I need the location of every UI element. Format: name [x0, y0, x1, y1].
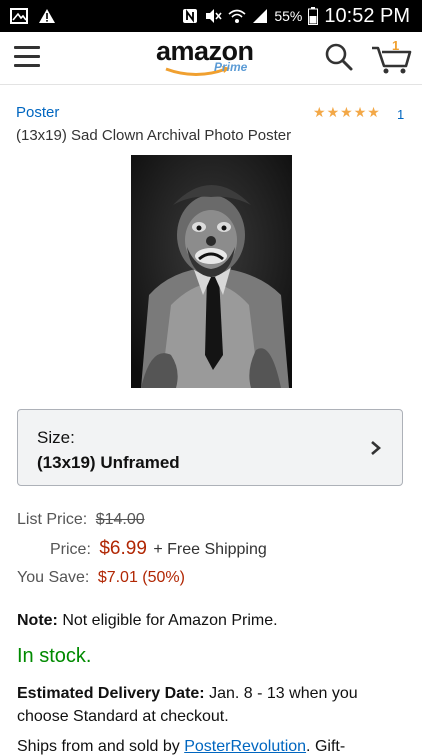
stock-status: In stock.	[17, 645, 92, 667]
list-price-label: List Price:	[17, 511, 88, 528]
you-save-row: You Save: $7.01 (50%)	[17, 569, 185, 587]
gallery-notification-icon	[10, 8, 28, 24]
nfc-icon	[182, 8, 198, 24]
estimated-delivery: Estimated Delivery Date: Jan. 8 - 13 whe…	[17, 682, 407, 728]
star-icon: ★	[353, 104, 367, 120]
warning-icon	[38, 8, 56, 24]
mute-icon	[204, 8, 222, 24]
you-save-value: $7.01 (50%)	[97, 569, 185, 586]
ships-suffix: . Gift-	[306, 738, 346, 755]
star-icon: ★	[313, 104, 326, 120]
star-rating[interactable]: ★ ★ ★ ★ ★	[313, 105, 380, 119]
price-row: Price: $6.99 + Free Shipping	[50, 538, 267, 560]
size-selector[interactable]: Size: (13x19) Unframed	[17, 409, 403, 486]
star-icon: ★	[340, 104, 353, 120]
seller-link[interactable]: PosterRevolution	[184, 738, 306, 755]
app-header: amazon Prime 1	[0, 32, 422, 85]
review-count-link[interactable]: 1	[397, 107, 404, 122]
price-value: $6.99	[99, 538, 147, 559]
cart-icon	[372, 46, 412, 74]
delivery-label: Estimated Delivery Date:	[17, 685, 205, 702]
signal-icon	[252, 8, 268, 24]
star-icon: ★	[367, 104, 380, 120]
product-title: (13x19) Sad Clown Archival Photo Poster	[16, 127, 292, 144]
logo-prime-text: Prime	[214, 60, 248, 74]
you-save-label: You Save:	[17, 569, 90, 586]
status-bar: 55% 10:52 PM	[0, 0, 422, 32]
note-text: Not eligible for Amazon Prime.	[57, 612, 278, 629]
amazon-prime-logo[interactable]: amazon Prime	[156, 36, 266, 80]
cart-count-badge: 1	[392, 38, 400, 53]
size-label: Size:	[37, 428, 75, 447]
cart-button[interactable]: 1	[370, 38, 412, 76]
prime-note: Note: Not eligible for Amazon Prime.	[17, 612, 278, 630]
menu-icon[interactable]	[14, 46, 40, 68]
chevron-right-icon	[371, 441, 381, 455]
battery-percent: 55%	[274, 8, 303, 24]
product-image[interactable]	[131, 155, 292, 388]
price-label: Price:	[50, 541, 91, 558]
battery-icon	[308, 7, 319, 25]
note-label: Note:	[17, 612, 58, 629]
list-price-value: $14.00	[95, 511, 145, 528]
size-value: (13x19) Unframed	[37, 453, 180, 472]
ships-prefix: Ships from and sold by	[17, 738, 185, 755]
star-icon: ★	[326, 104, 340, 120]
ships-from-text: Ships from and sold by PosterRevolution.…	[17, 738, 345, 756]
clock: 10:52 PM	[324, 4, 410, 27]
wifi-icon	[228, 8, 246, 24]
shipping-text: + Free Shipping	[153, 541, 267, 558]
brand-link[interactable]: Poster	[16, 104, 59, 121]
search-icon[interactable]	[324, 42, 354, 72]
list-price-row: List Price: $14.00	[17, 511, 145, 529]
